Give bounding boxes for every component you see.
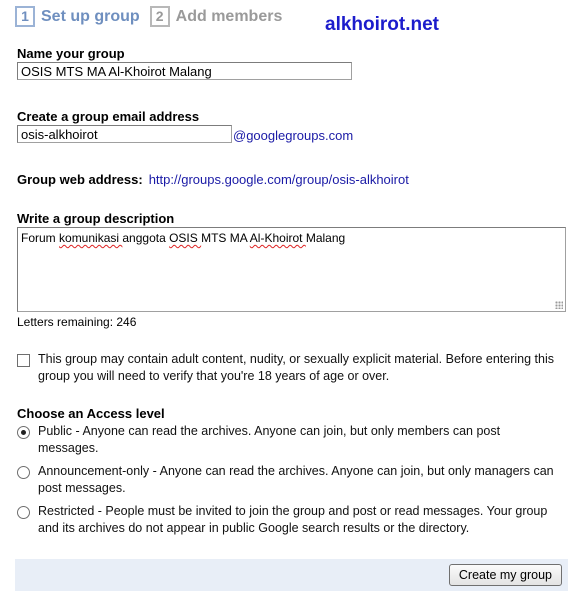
access-level-label: Choose an Access level xyxy=(17,406,165,421)
access-announcement-text: Announcement-only - Anyone can read the … xyxy=(38,464,554,495)
web-address-link[interactable]: http://groups.google.com/group/osis-alkh… xyxy=(149,172,409,187)
resize-grip-icon[interactable] xyxy=(555,301,563,309)
access-option-restricted: Restricted - People must be invited to j… xyxy=(17,503,558,537)
create-group-button[interactable]: Create my group xyxy=(448,564,562,586)
step-number-1: 1 xyxy=(15,6,35,27)
description-word-misspelled: komunikasi xyxy=(59,231,123,245)
web-address-row: Group web address: http://groups.google.… xyxy=(17,172,409,187)
access-radio-restricted[interactable] xyxy=(17,506,30,519)
group-email-input[interactable] xyxy=(17,125,232,143)
group-name-label: Name your group xyxy=(17,46,125,61)
access-restricted-text: Restricted - People must be invited to j… xyxy=(38,504,548,535)
description-word-misspelled: OSIS xyxy=(169,231,202,245)
description-word-misspelled: Al-Khoirot xyxy=(249,231,306,245)
description-word: anggota xyxy=(122,231,170,245)
group-email-label: Create a group email address xyxy=(17,109,200,124)
access-option-announcement: Announcement-only - Anyone can read the … xyxy=(17,463,558,497)
description-word: MA xyxy=(229,231,250,245)
group-name-input[interactable] xyxy=(17,62,352,80)
adult-content-row: This group may contain adult content, nu… xyxy=(17,351,558,385)
step-number-2: 2 xyxy=(149,6,170,27)
description-textarea[interactable]: Forum komunikasi anggota OSIS MTS MA Al-… xyxy=(17,227,566,312)
step-label-add-members: Add members xyxy=(175,7,283,25)
web-address-label: Group web address: xyxy=(17,172,143,187)
description-word: Malang xyxy=(305,231,346,245)
adult-content-text: This group may contain adult content, nu… xyxy=(38,352,555,383)
access-public-text: Public - Anyone can read the archives. A… xyxy=(38,424,501,455)
wizard-steps: 1 Set up group 2 Add members xyxy=(15,6,292,27)
footer-bar: Create my group xyxy=(15,559,568,591)
email-domain-suffix: @googlegroups.com xyxy=(233,128,354,143)
step-add-members: 2 Add members xyxy=(149,6,283,27)
letters-remaining: Letters remaining: 246 xyxy=(17,315,137,329)
access-radio-public[interactable] xyxy=(17,426,30,439)
description-word: MTS xyxy=(201,231,230,245)
description-word: Forum xyxy=(21,231,60,245)
access-option-public: Public - Anyone can read the archives. A… xyxy=(17,423,558,457)
watermark-text: alkhoirot.net xyxy=(325,14,440,35)
step-label-setup: Set up group xyxy=(41,7,140,25)
access-radio-announcement[interactable] xyxy=(17,466,30,479)
adult-content-checkbox[interactable] xyxy=(17,354,30,367)
step-setup: 1 Set up group xyxy=(15,6,140,27)
description-label: Write a group description xyxy=(17,211,175,226)
